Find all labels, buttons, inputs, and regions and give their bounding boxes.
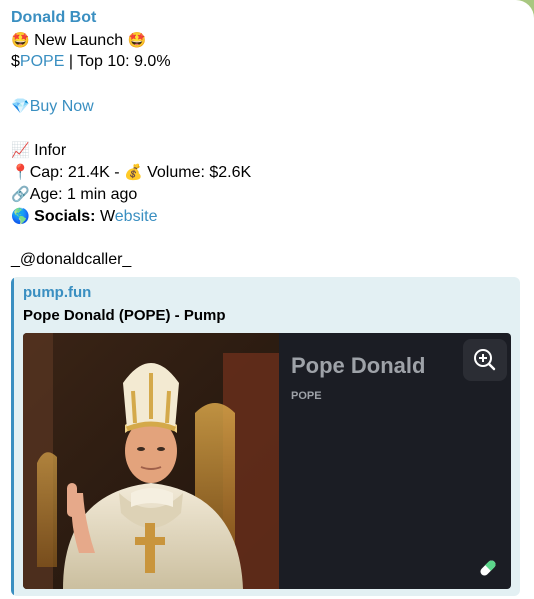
sender-name[interactable]: Donald Bot [11,9,96,26]
zoom-in-icon [474,349,496,371]
info-text: Infor [34,142,67,159]
website-link[interactable]: Website [100,208,158,225]
preview-title: Pope Donald (POPE) - Pump [23,307,226,324]
website-first-letter: W [99,208,115,225]
sender-line: Donald Bot [11,7,523,29]
gem-icon: 💎 [11,97,30,115]
socials-label: Socials: [34,208,96,225]
buy-now-link[interactable]: Buy Now [30,98,94,115]
caller-text: _@donaldcaller_ [11,251,132,268]
ticker-prefix: $ [11,53,20,70]
cap-text: Cap: 21.4K - [29,164,120,181]
link-preview[interactable]: pump.fun Pope Donald (POPE) - Pump Pope … [11,277,520,596]
launch-text: New Launch [34,32,124,49]
preview-site-name: pump.fun [23,284,92,301]
cap-line: 📍Cap: 21.4K - 💰 Volume: $2.6K [11,161,523,183]
socials-line: 🌎 Socials: Website [11,205,523,227]
card-coin-name: Pope Donald [291,353,426,378]
ticker-link[interactable]: POPE [20,53,64,70]
volume-text: Volume: $2.6K [147,164,252,181]
age-text: Age: 1 min ago [29,186,138,203]
pin-icon: 📍 [11,163,30,181]
top10-text: | Top 10: 9.0% [68,53,171,70]
card-coin-ticker: POPE [291,390,322,402]
pope-portrait-image [23,333,279,589]
chart-increasing-icon: 📈 [11,141,30,159]
pill-icon [480,560,496,576]
website-link-text[interactable]: ebsite [115,208,158,225]
preview-accent-bar [11,277,14,596]
ticker-line: $POPE | Top 10: 9.0% [11,51,523,73]
caller-line: _@donaldcaller_ [11,249,523,271]
preview-media[interactable]: Pope Donald POPE [23,333,511,589]
money-bag-icon: 💰 [123,163,143,181]
buy-line: 💎Buy Now [11,95,523,117]
link-icon: 🔗 [11,185,30,203]
zoom-in-button[interactable] [463,339,507,381]
star-struck-emoji-icon: 🤩 [127,31,147,49]
globe-icon: 🌎 [11,207,30,225]
age-line: 🔗Age: 1 min ago [11,183,523,205]
info-line: 📈 Infor [11,139,523,161]
message-bubble: Donald Bot 🤩 New Launch 🤩 $POPE | Top 10… [11,7,523,271]
launch-line: 🤩 New Launch 🤩 [11,29,523,51]
star-struck-emoji-icon: 🤩 [11,31,30,49]
